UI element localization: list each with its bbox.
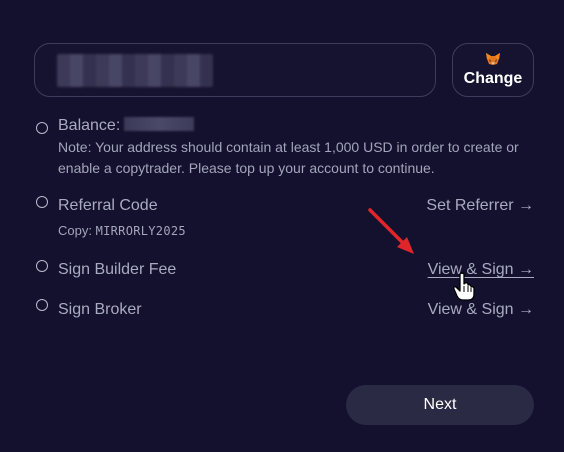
balance-label: Balance: xyxy=(58,117,121,134)
balance-note: Note: Your address should contain at lea… xyxy=(58,139,519,176)
referral-code-value: MIRRORLY2025 xyxy=(95,224,186,238)
annotation-arrow-icon xyxy=(368,208,414,254)
next-button-label: Next xyxy=(423,396,457,413)
redacted-address xyxy=(57,54,213,87)
step-radio-referral[interactable] xyxy=(36,196,48,208)
copy-prefix: Copy: xyxy=(58,223,92,238)
step-radio-broker[interactable] xyxy=(36,299,48,311)
hand-cursor-icon xyxy=(453,272,475,301)
referral-copy-line[interactable]: Copy: MIRRORLY2025 xyxy=(58,223,186,238)
redacted-balance xyxy=(124,117,194,131)
next-button[interactable]: Next xyxy=(346,385,534,425)
set-referrer-link[interactable]: Set Referrer → xyxy=(426,197,534,215)
sign-builder-fee-label: Sign Builder Fee xyxy=(58,261,177,278)
referral-code-label: Referral Code xyxy=(58,197,158,214)
builder-fee-view-sign-link[interactable]: View & Sign → xyxy=(428,261,534,279)
change-button-label: Change xyxy=(463,70,523,87)
wallet-address-field[interactable] xyxy=(34,43,436,97)
metamask-fox-icon xyxy=(486,53,500,65)
step-radio-builder-fee[interactable] xyxy=(36,260,48,272)
page: Change Balance: Note: Your address shoul… xyxy=(0,0,564,452)
change-wallet-button[interactable]: Change xyxy=(452,43,534,97)
broker-view-sign-link[interactable]: View & Sign → xyxy=(428,301,534,319)
sign-broker-label: Sign Broker xyxy=(58,301,142,318)
step-radio-balance[interactable] xyxy=(36,122,48,134)
